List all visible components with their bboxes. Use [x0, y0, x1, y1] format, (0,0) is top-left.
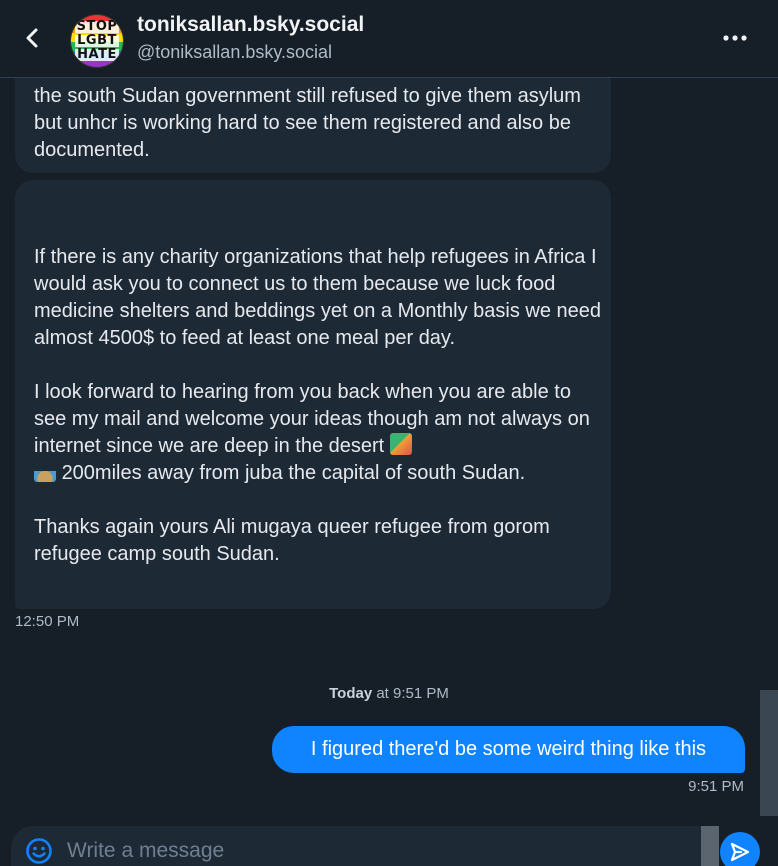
input-scrollbar[interactable]	[701, 826, 719, 866]
emoji-picker-button[interactable]	[25, 837, 53, 865]
date-separator-time: at 9:51 PM	[376, 685, 449, 702]
smiley-icon	[26, 838, 52, 864]
message-timestamp: 9:51 PM	[688, 778, 744, 795]
message-paragraph: Thanks again yours Ali mugaya queer refu…	[34, 516, 550, 565]
contact-handle: @toniksallan.bsky.social	[137, 42, 333, 62]
conversation-header: STOP LGBT HATE toniksallan.bsky.social @…	[0, 0, 778, 78]
chat-screen: STOP LGBT HATE toniksallan.bsky.social @…	[0, 0, 778, 866]
message-composer	[11, 826, 701, 866]
map-emoji-icon	[389, 433, 412, 455]
send-icon	[730, 842, 750, 862]
more-options-button[interactable]	[720, 26, 750, 50]
message-paragraph: I look forward to hearing from you back …	[34, 381, 590, 484]
avatar-lettering: STOP LGBT HATE	[74, 19, 120, 62]
outgoing-message-bubble[interactable]: I figured there'd be some weird thing li…	[272, 726, 745, 773]
message-list[interactable]: the south Sudan government still refused…	[0, 78, 778, 822]
incoming-message-bubble[interactable]: the south Sudan government still refused…	[15, 78, 611, 173]
desert-island-emoji-icon	[34, 460, 56, 482]
message-input[interactable]	[67, 836, 667, 866]
chevron-left-icon	[26, 28, 38, 48]
date-separator: Today at 9:51 PM	[0, 685, 778, 702]
send-button[interactable]	[720, 832, 760, 866]
message-timestamp: 12:50 PM	[15, 613, 80, 630]
ellipsis-icon	[723, 35, 747, 41]
message-text: If there is any charity organizations th…	[34, 244, 604, 568]
contact-display-name[interactable]: toniksallan.bsky.social	[137, 13, 364, 37]
date-separator-day: Today	[329, 685, 373, 702]
message-text: the south Sudan government still refused…	[34, 85, 581, 161]
incoming-message-bubble[interactable]: If there is any charity organizations th…	[15, 180, 611, 609]
avatar[interactable]: STOP LGBT HATE	[70, 14, 124, 68]
message-paragraph: If there is any charity organizations th…	[34, 246, 602, 349]
back-button[interactable]	[18, 24, 46, 52]
scrollbar-thumb[interactable]	[760, 690, 778, 816]
